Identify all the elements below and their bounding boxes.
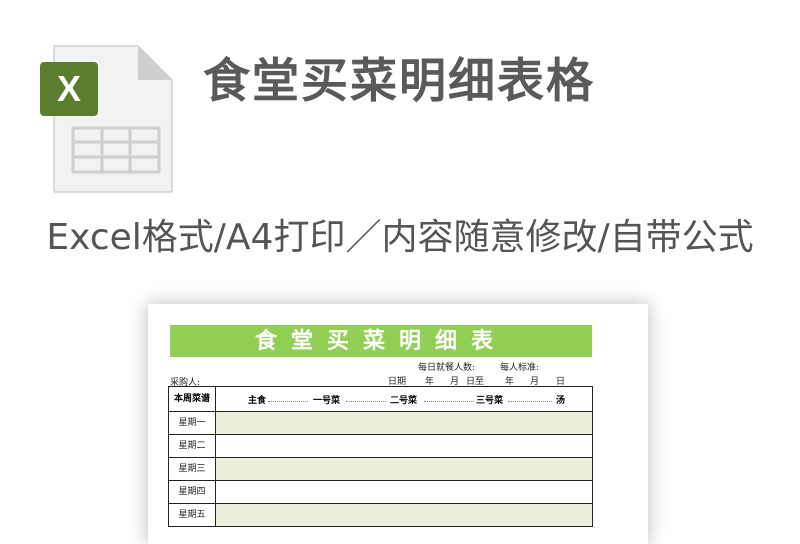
dotted-leader (424, 401, 474, 402)
row-cells[interactable] (216, 435, 592, 457)
header-dish-2: 二号菜 (390, 396, 418, 406)
row-day-label: 星期三 (169, 458, 216, 480)
header-weekly-menu: 本周菜谱 (169, 387, 216, 411)
table-row: 星期三 (169, 458, 592, 481)
page-subtitle: Excel格式/A4打印／内容随意修改/自带公式 (46, 217, 754, 258)
table-row: 星期五 (169, 504, 592, 527)
row-cells[interactable] (216, 504, 592, 526)
header-dish-3: 三号菜 (476, 396, 504, 406)
excel-file-icon: X (40, 44, 174, 194)
daily-diners-label: 每日就餐人数: (418, 363, 476, 373)
row-day-label: 星期五 (169, 504, 216, 526)
dotted-leader (508, 401, 552, 402)
table-row: 星期四 (169, 481, 592, 504)
menu-table: 本周菜谱 主食 一号菜 二号菜 三号菜 汤 星期一 星期二 星期三 星期四 星期… (168, 386, 593, 527)
row-day-label: 星期二 (169, 435, 216, 457)
table-row: 星期二 (169, 435, 592, 458)
page-title: 食堂买菜明细表格 (203, 54, 595, 109)
header-columns: 主食 一号菜 二号菜 三号菜 汤 (216, 387, 592, 411)
row-cells[interactable] (216, 481, 592, 503)
header-soup: 汤 (556, 396, 566, 406)
table-row: 星期一 (169, 412, 592, 435)
per-person-label: 每人标准: (500, 363, 540, 373)
row-cells[interactable] (216, 412, 592, 434)
header-staple: 主食 (248, 396, 267, 406)
excel-x-glyph: X (57, 68, 81, 109)
sheet-preview: 食堂买菜明细表 每日就餐人数: 每人标准: 采购人: 日期 年 月 日至 年 月… (148, 304, 648, 544)
table-header-row: 本周菜谱 主食 一号菜 二号菜 三号菜 汤 (169, 387, 592, 412)
dotted-leader (268, 401, 308, 402)
header-dish-1: 一号菜 (313, 396, 341, 406)
row-day-label: 星期一 (169, 412, 216, 434)
row-day-label: 星期四 (169, 481, 216, 503)
row-cells[interactable] (216, 458, 592, 480)
dotted-leader (346, 401, 386, 402)
sheet-meta: 每日就餐人数: 每人标准: 采购人: 日期 年 月 日至 年 月 日 (148, 304, 648, 388)
